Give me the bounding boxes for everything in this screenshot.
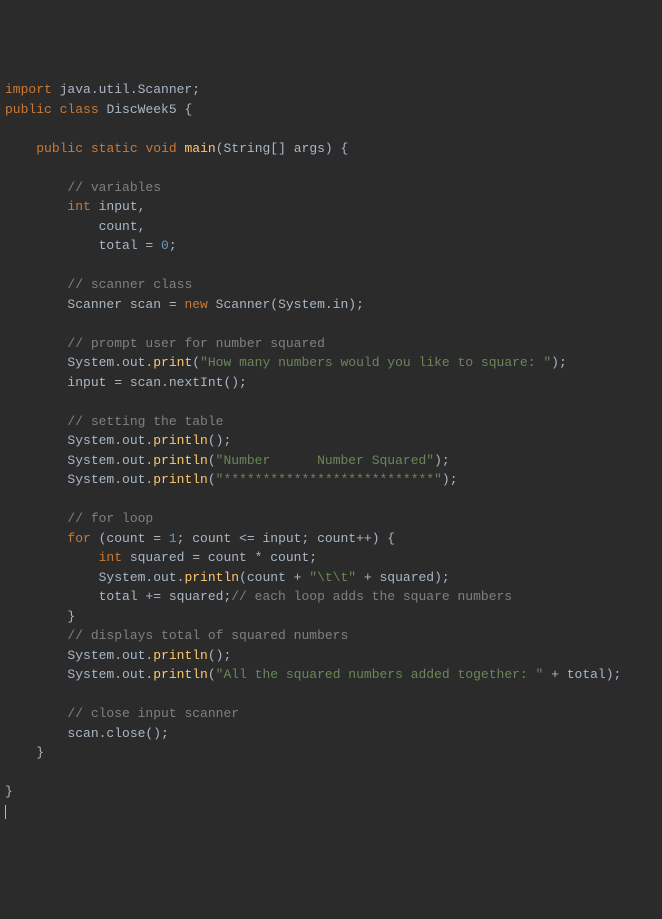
line-31: System.out.println("All the squared numb…: [5, 667, 621, 682]
line-15: System.out.print("How many numbers would…: [5, 355, 567, 370]
line-14: // prompt user for number squared: [5, 336, 325, 351]
line-9: total = 0;: [5, 238, 177, 253]
text-cursor: [5, 805, 6, 819]
line-7: int input,: [5, 199, 145, 214]
line-16: input = scan.nextInt();: [5, 375, 247, 390]
line-25: int squared = count * count;: [5, 550, 317, 565]
line-37: }: [5, 784, 13, 799]
comment: // close input scanner: [67, 706, 239, 721]
comment: // prompt user for number squared: [67, 336, 324, 351]
line-2: public class DiscWeek5 {: [5, 102, 192, 117]
line-30: System.out.println();: [5, 648, 231, 663]
string-literal: "All the squared numbers added together:…: [216, 667, 544, 682]
line-20: System.out.println("Number Number Square…: [5, 453, 450, 468]
string-literal: "***************************": [216, 472, 442, 487]
line-12: Scanner scan = new Scanner(System.in);: [5, 297, 364, 312]
line-21: System.out.println("********************…: [5, 472, 458, 487]
line-29: // displays total of squared numbers: [5, 628, 348, 643]
comment: // scanner class: [67, 277, 192, 292]
comment: // displays total of squared numbers: [67, 628, 348, 643]
line-8: count,: [5, 219, 145, 234]
comment: // setting the table: [67, 414, 223, 429]
comment: // variables: [67, 180, 161, 195]
line-34: scan.close();: [5, 726, 169, 741]
line-24: for (count = 1; count <= input; count++)…: [5, 531, 395, 546]
string-literal: "\t\t": [309, 570, 356, 585]
string-literal: "How many numbers would you like to squa…: [200, 355, 551, 370]
string-literal: "Number Number Squared": [216, 453, 434, 468]
line-27: total += squared;// each loop adds the s…: [5, 589, 512, 604]
line-23: // for loop: [5, 511, 153, 526]
line-35: }: [5, 745, 44, 760]
comment: // each loop adds the square numbers: [231, 589, 512, 604]
line-4: public static void main(String[] args) {: [5, 141, 348, 156]
comment: // for loop: [67, 511, 153, 526]
line-1: import java.util.Scanner;: [5, 82, 200, 97]
code-editor[interactable]: import java.util.Scanner; public class D…: [5, 80, 657, 821]
line-6: // variables: [5, 180, 161, 195]
line-33: // close input scanner: [5, 706, 239, 721]
line-18: // setting the table: [5, 414, 223, 429]
keyword-import: import: [5, 82, 52, 97]
cursor-line: [5, 804, 6, 819]
line-26: System.out.println(count + "\t\t" + squa…: [5, 570, 450, 585]
line-11: // scanner class: [5, 277, 192, 292]
line-19: System.out.println();: [5, 433, 231, 448]
line-28: }: [5, 609, 75, 624]
